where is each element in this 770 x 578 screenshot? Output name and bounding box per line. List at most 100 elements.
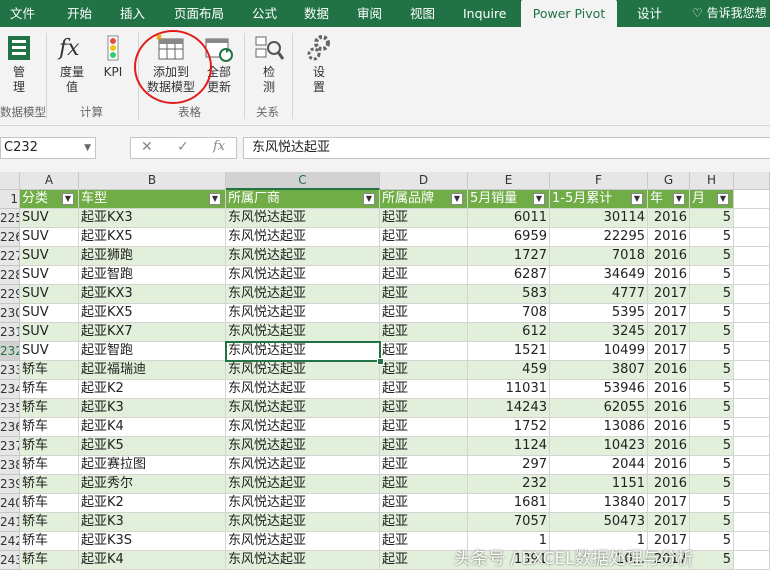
empty-cell[interactable] <box>734 266 770 285</box>
chevron-down-icon[interactable]: ▼ <box>84 138 91 158</box>
table-cell[interactable]: 东风悦达起亚 <box>226 361 380 380</box>
table-cell[interactable]: 5 <box>690 399 734 418</box>
table-cell[interactable]: 起亚 <box>380 323 468 342</box>
table-cell[interactable]: 5 <box>690 456 734 475</box>
table-cell[interactable]: 34649 <box>550 266 648 285</box>
table-cell[interactable]: 起亚 <box>380 380 468 399</box>
row-header[interactable]: 226 <box>0 228 20 247</box>
column-header-c[interactable]: C <box>226 172 380 190</box>
table-cell[interactable]: 轿车 <box>20 418 79 437</box>
table-cell[interactable]: SUV <box>20 342 79 361</box>
row-header[interactable]: 1 <box>0 190 20 209</box>
table-cell[interactable]: 东风悦达起亚 <box>226 228 380 247</box>
table-cell[interactable]: 东风悦达起亚 <box>226 266 380 285</box>
row-header[interactable]: 240 <box>0 494 20 513</box>
row-header[interactable]: 235 <box>0 399 20 418</box>
table-cell[interactable]: 7057 <box>468 513 550 532</box>
table-cell[interactable]: 东风悦达起亚 <box>226 456 380 475</box>
empty-cell[interactable] <box>734 361 770 380</box>
empty-cell[interactable] <box>734 456 770 475</box>
table-cell[interactable]: 东风悦达起亚 <box>226 247 380 266</box>
tab-file[interactable]: 文件 <box>10 0 35 27</box>
empty-cell[interactable] <box>734 190 770 209</box>
table-cell[interactable]: 2016 <box>648 247 690 266</box>
table-cell[interactable]: 2017 <box>648 513 690 532</box>
table-cell[interactable]: SUV <box>20 228 79 247</box>
table-header-cell[interactable]: 车型 <box>79 190 226 209</box>
table-cell[interactable]: 7018 <box>550 247 648 266</box>
table-cell[interactable]: 轿车 <box>20 437 79 456</box>
table-cell[interactable]: 5 <box>690 380 734 399</box>
table-cell[interactable]: 5 <box>690 323 734 342</box>
table-cell[interactable]: 2016 <box>648 475 690 494</box>
tab-view[interactable]: 视图 <box>410 0 435 27</box>
table-cell[interactable]: 583 <box>468 285 550 304</box>
table-cell[interactable]: 东风悦达起亚 <box>226 380 380 399</box>
table-cell[interactable]: 起亚狮跑 <box>79 247 226 266</box>
table-cell[interactable]: 起亚秀尔 <box>79 475 226 494</box>
table-cell[interactable]: 起亚K3 <box>79 513 226 532</box>
table-cell[interactable]: 东风悦达起亚 <box>226 532 380 551</box>
table-cell[interactable]: 22295 <box>550 228 648 247</box>
table-cell[interactable]: 起亚KX5 <box>79 228 226 247</box>
column-header-a[interactable]: A <box>20 172 79 190</box>
table-cell[interactable]: 起亚 <box>380 342 468 361</box>
table-cell[interactable]: 东风悦达起亚 <box>226 209 380 228</box>
table-cell[interactable]: 1727 <box>468 247 550 266</box>
table-cell[interactable]: 起亚 <box>380 437 468 456</box>
table-cell[interactable]: 轿车 <box>20 551 79 570</box>
table-cell[interactable]: 东风悦达起亚 <box>226 513 380 532</box>
table-cell[interactable]: 东风悦达起亚 <box>226 437 380 456</box>
table-header-cell[interactable]: 所属厂商 <box>226 190 380 209</box>
table-cell[interactable]: 起亚 <box>380 304 468 323</box>
formula-input[interactable]: 东风悦达起亚 <box>243 137 770 159</box>
empty-cell[interactable] <box>734 551 770 570</box>
table-cell[interactable]: 50473 <box>550 513 648 532</box>
table-cell[interactable]: 2016 <box>648 437 690 456</box>
table-cell[interactable]: 起亚 <box>380 285 468 304</box>
row-header[interactable]: 238 <box>0 456 20 475</box>
table-cell[interactable]: 东风悦达起亚 <box>226 285 380 304</box>
row-header[interactable]: 237 <box>0 437 20 456</box>
table-cell[interactable]: 13840 <box>550 494 648 513</box>
table-cell[interactable]: 5 <box>690 361 734 380</box>
empty-cell[interactable] <box>734 380 770 399</box>
filter-dropdown-icon[interactable]: ▼ <box>631 193 643 205</box>
table-cell[interactable]: 10499 <box>550 342 648 361</box>
table-cell[interactable]: 5 <box>690 304 734 323</box>
table-cell[interactable]: 2016 <box>648 456 690 475</box>
table-cell[interactable]: 东风悦达起亚 <box>226 418 380 437</box>
table-cell[interactable]: 起亚赛拉图 <box>79 456 226 475</box>
empty-cell[interactable] <box>734 494 770 513</box>
column-header[interactable] <box>734 172 770 190</box>
table-cell[interactable]: 起亚 <box>380 475 468 494</box>
tab-power-pivot[interactable]: Power Pivot <box>521 0 617 27</box>
table-cell[interactable]: 6959 <box>468 228 550 247</box>
table-cell[interactable]: SUV <box>20 285 79 304</box>
cancel-icon[interactable]: ✕ <box>141 139 153 155</box>
table-cell[interactable]: 5 <box>690 228 734 247</box>
table-cell[interactable]: 5 <box>690 475 734 494</box>
row-header[interactable]: 230 <box>0 304 20 323</box>
row-header[interactable]: 232 <box>0 342 20 361</box>
table-cell[interactable]: 起亚KX7 <box>79 323 226 342</box>
row-header[interactable]: 228 <box>0 266 20 285</box>
table-cell[interactable]: 6011 <box>468 209 550 228</box>
table-cell[interactable]: 起亚K2 <box>79 380 226 399</box>
column-header-d[interactable]: D <box>380 172 468 190</box>
table-cell[interactable]: 起亚 <box>380 456 468 475</box>
table-cell[interactable]: 5 <box>690 532 734 551</box>
table-cell[interactable]: 轿车 <box>20 532 79 551</box>
table-cell[interactable]: 11031 <box>468 380 550 399</box>
table-cell[interactable]: 2016 <box>648 380 690 399</box>
table-cell[interactable]: 14243 <box>468 399 550 418</box>
empty-cell[interactable] <box>734 437 770 456</box>
empty-cell[interactable] <box>734 418 770 437</box>
table-cell[interactable]: 3245 <box>550 323 648 342</box>
table-cell[interactable]: 轿车 <box>20 399 79 418</box>
table-cell[interactable]: 东风悦达起亚 <box>226 551 380 570</box>
filter-dropdown-icon[interactable]: ▼ <box>717 193 729 205</box>
table-cell[interactable]: 2044 <box>550 456 648 475</box>
table-cell[interactable]: SUV <box>20 304 79 323</box>
column-header-f[interactable]: F <box>550 172 648 190</box>
